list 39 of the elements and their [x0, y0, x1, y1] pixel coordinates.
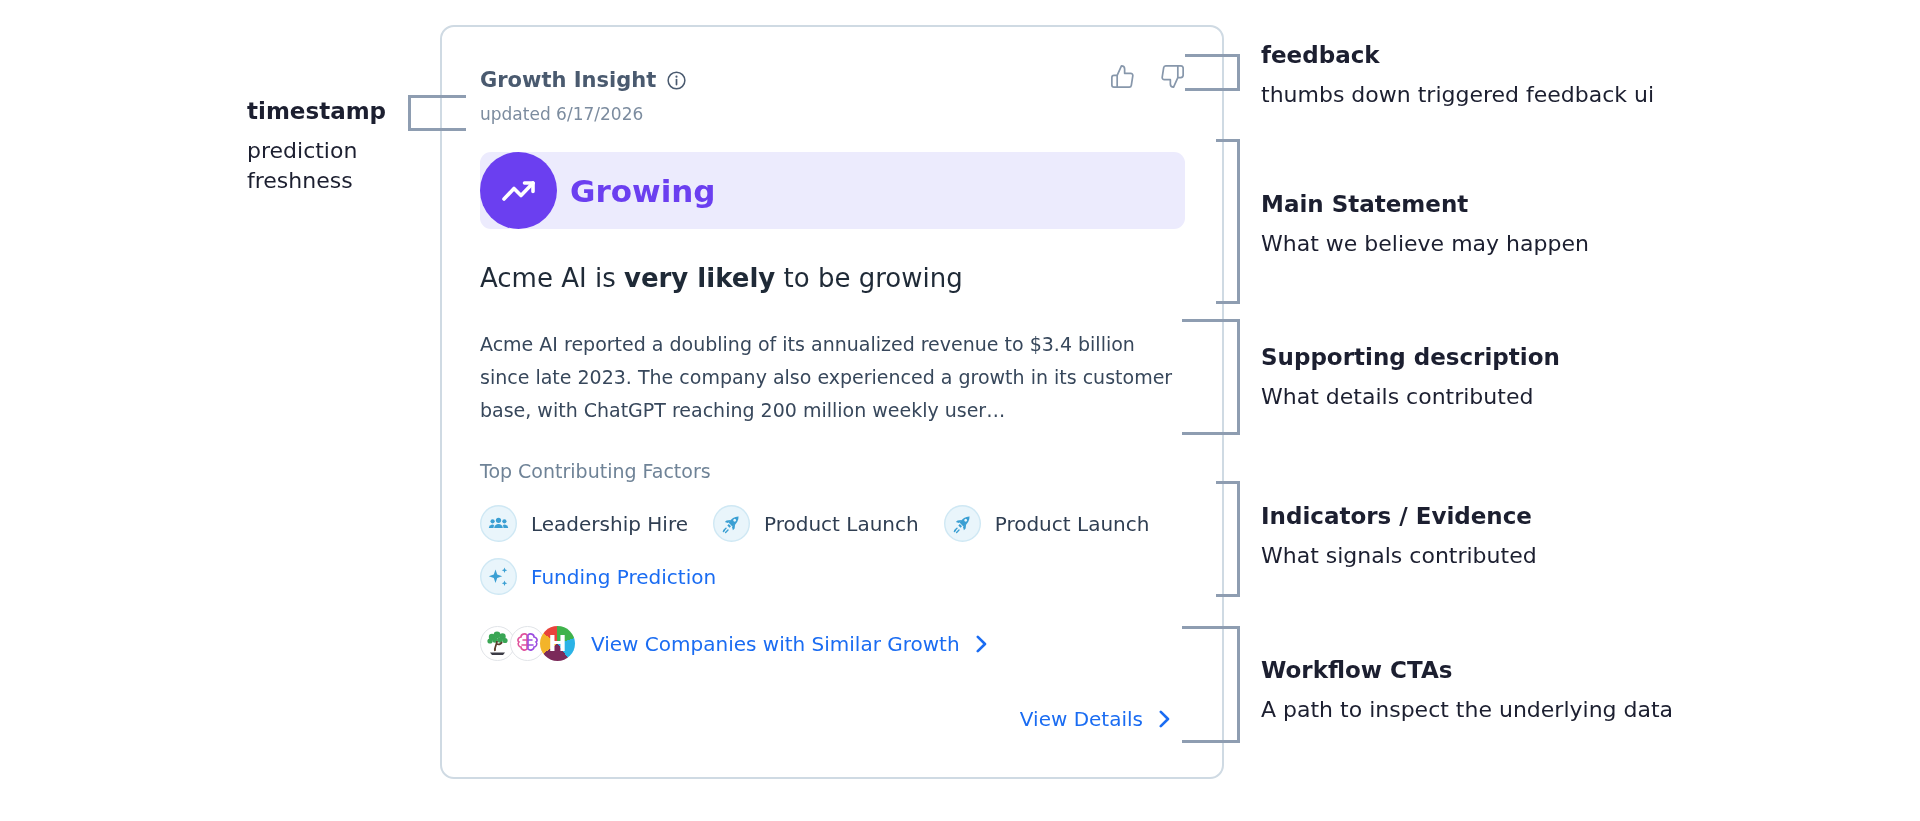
sparkle-icon: [480, 558, 517, 595]
card-title: Growth Insight: [480, 68, 657, 92]
view-details-link[interactable]: View Details: [1019, 707, 1170, 731]
thumbs-down-icon[interactable]: [1161, 65, 1184, 88]
factor-label: Product Launch: [994, 511, 1150, 536]
chevron-right-icon: [1159, 710, 1170, 728]
company-logo: H: [540, 626, 575, 661]
annotation-text: A path to inspect the underlying data: [1261, 696, 1674, 724]
supporting-description: Acme AI reported a doubling of its annualized revenue to $3.4 billion since late 2023. The company also experienced a growth in its customer base, with ChatGPT reaching 200 million weekly user…: [480, 332, 1174, 423]
annotation-title: Main Statement: [1261, 190, 1470, 219]
rocket-icon: [712, 505, 750, 542]
annotation-text: thumbs down triggered feedback ui: [1261, 81, 1655, 109]
annotation-text: What signals contributed: [1261, 542, 1537, 570]
factor-label: Product Launch: [763, 511, 919, 536]
brain-logo-icon: [510, 626, 545, 661]
chevron-right-icon: [975, 634, 987, 653]
annotation-text: prediction freshness: [247, 137, 359, 195]
status-label: Growing: [570, 172, 716, 209]
similar-companies-link[interactable]: View Companies with Similar Growth: [591, 631, 987, 656]
annotation-title: Supporting description: [1261, 343, 1560, 372]
people-icon: [480, 505, 517, 542]
info-icon[interactable]: [667, 70, 687, 90]
annotation-text: What we believe may happen: [1261, 230, 1589, 258]
trending-up-icon: [480, 152, 557, 229]
callout-bracket: [1185, 54, 1240, 91]
factor-label: Leadership Hire: [531, 511, 688, 536]
factor-link[interactable]: Funding Prediction: [531, 564, 717, 589]
rocket-icon: [943, 505, 981, 542]
annotation-title: Workflow CTAs: [1261, 656, 1454, 685]
tree-logo-icon: [480, 626, 515, 661]
annotation-text: What details contributed: [1261, 383, 1535, 411]
updated-timestamp: updated 6/17/2026: [480, 103, 644, 126]
callout-bracket: [408, 95, 466, 131]
thumbs-up-icon[interactable]: [1111, 65, 1134, 88]
annotation-title: feedback: [1261, 41, 1381, 70]
main-statement: Acme AI is very likely to be growing: [480, 262, 964, 295]
factors-heading: Top Contributing Factors: [480, 459, 712, 484]
annotation-title: timestamp: [247, 97, 388, 126]
annotation-title: Indicators / Evidence: [1261, 502, 1533, 531]
